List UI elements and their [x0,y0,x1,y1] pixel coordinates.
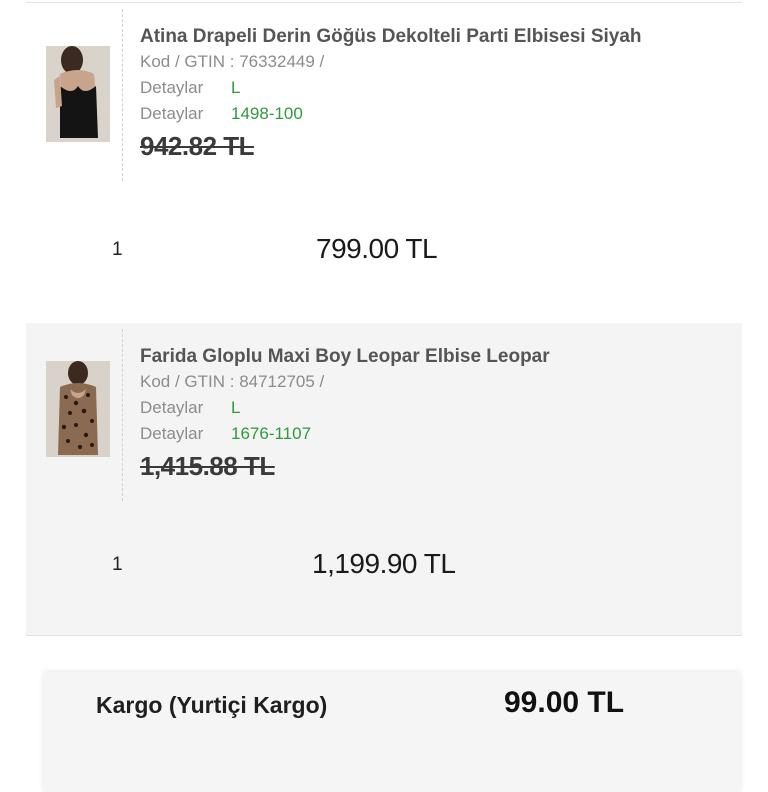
item-price: 799.00 TL [316,233,438,264]
separator [122,329,123,501]
product-image[interactable] [46,46,110,142]
product-code: Kod / GTIN : 84712705 / [140,372,325,391]
product-title[interactable]: Farida Gloplu Maxi Boy Leopar Elbise Leo… [140,345,730,369]
shipping-label: Kargo (Yurtiçi Kargo) [96,692,328,718]
separator [122,9,123,181]
detail-value: 1498-100 [231,104,303,123]
item-price: 1,199.90 TL [312,548,456,579]
detail-label: Detaylar [140,398,204,417]
shipping-value: 99.00 TL [504,686,625,719]
detail-label: Detaylar [140,104,204,123]
old-price: 1,415.88 TL [140,451,275,481]
detail-value: L [231,398,241,417]
shipping-row: Kargo (Yurtiçi Kargo) 99.00 TL [96,686,700,732]
order-item: Atina Drapeli Derin Göğüs Dekolteli Part… [26,3,742,321]
detail-value: 1676-1107 [231,424,312,443]
detail-variant: Detaylar 1676-1107 [140,421,730,447]
item-details: Farida Gloplu Maxi Boy Leopar Elbise Leo… [140,345,730,482]
old-price: 942.82 TL [140,131,255,161]
product-image[interactable] [46,361,110,457]
detail-variant: Detaylar 1498-100 [140,101,730,127]
detail-size: Detaylar L [140,75,730,101]
product-title[interactable]: Atina Drapeli Derin Göğüs Dekolteli Part… [140,25,730,49]
product-code: Kod / GTIN : 76332449 / [140,52,325,71]
detail-label: Detaylar [140,424,204,443]
item-details: Atina Drapeli Derin Göğüs Dekolteli Part… [140,25,730,162]
detail-value: L [231,78,241,97]
quantity: 1 [112,554,123,575]
order-item: Farida Gloplu Maxi Boy Leopar Elbise Leo… [26,323,742,636]
quantity: 1 [112,239,123,260]
detail-size: Detaylar L [140,395,730,421]
detail-label: Detaylar [140,78,204,97]
order-summary: Kargo (Yurtiçi Kargo) 99.00 TL [44,672,740,792]
